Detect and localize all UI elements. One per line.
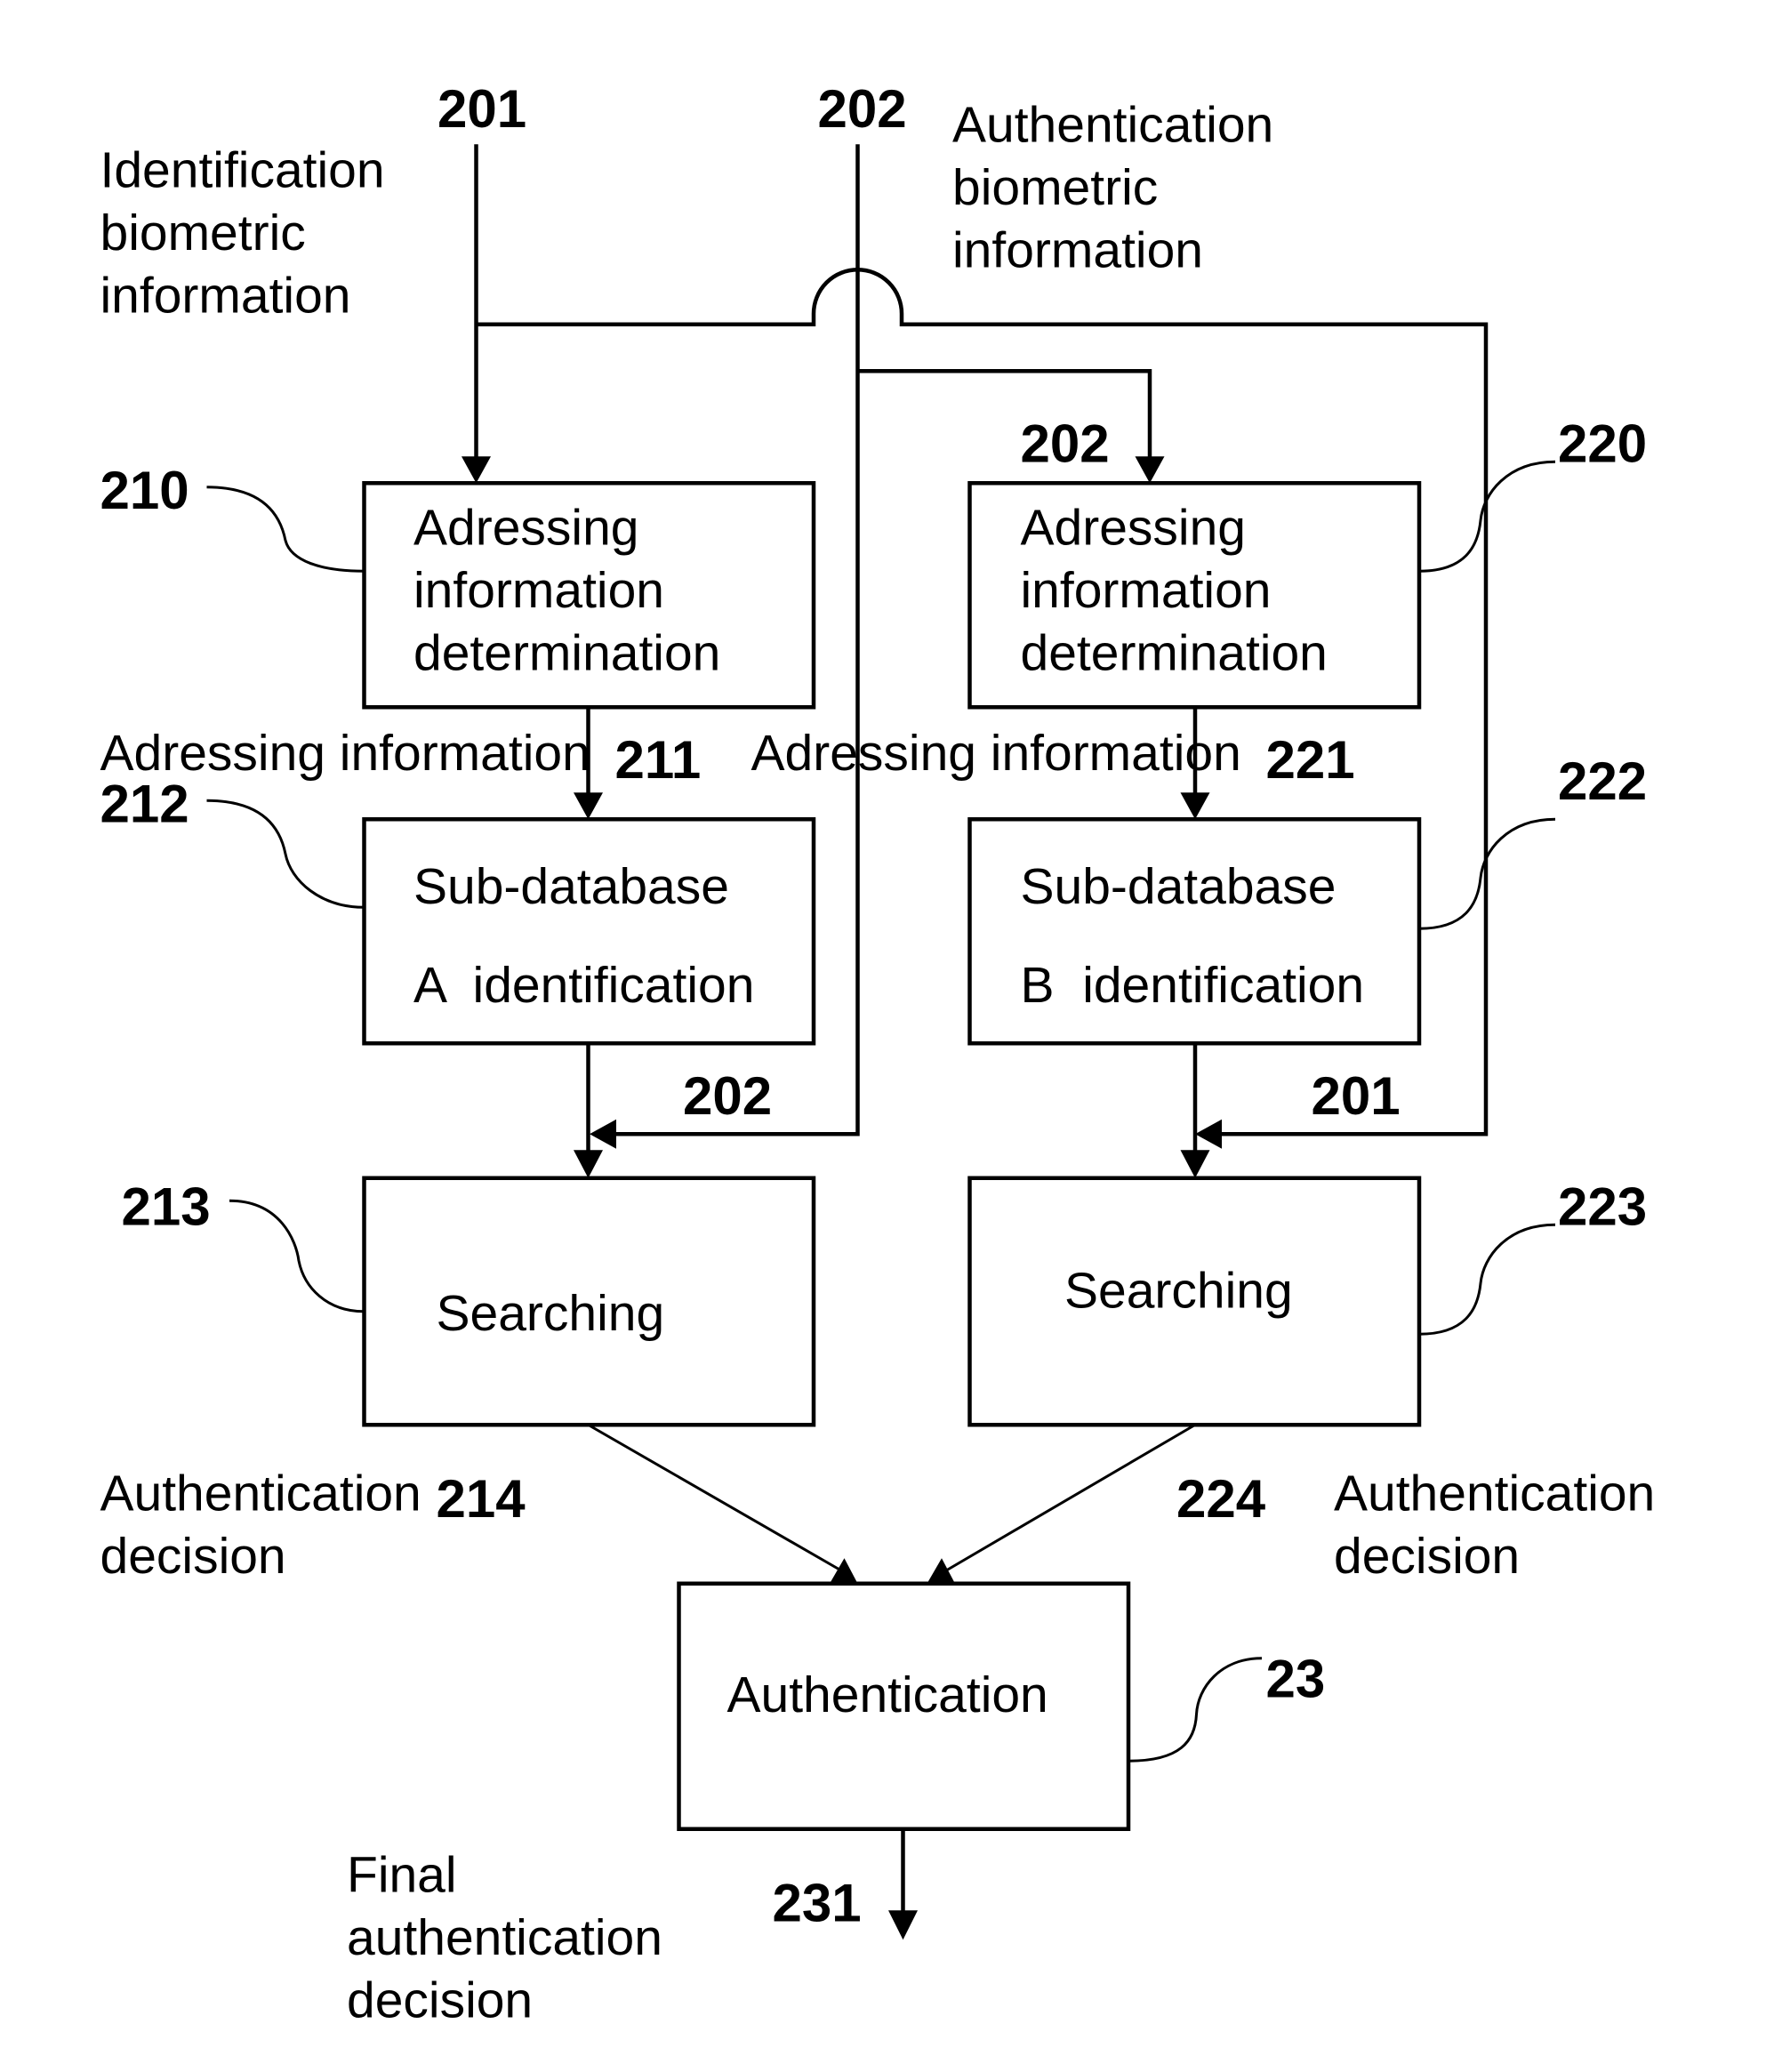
arrowhead bbox=[888, 1910, 918, 1940]
leader-23 bbox=[1128, 1657, 1263, 1763]
leader-213 bbox=[229, 1199, 365, 1313]
ref-214: 214 bbox=[437, 1469, 526, 1529]
ref-202-search-left: 202 bbox=[683, 1066, 772, 1126]
arrowhead bbox=[462, 456, 491, 484]
arrowhead bbox=[1180, 792, 1210, 820]
box-212-subdatabase-a: Sub-database A identification bbox=[362, 817, 816, 1046]
arrowhead bbox=[574, 792, 603, 820]
box-text: determination bbox=[1021, 624, 1328, 681]
ref-23: 23 bbox=[1266, 1649, 1326, 1708]
flow-diagram: 201 202 Identification biometric informa… bbox=[100, 79, 1656, 2029]
box-text: determination bbox=[413, 624, 720, 681]
box-text: information bbox=[1021, 562, 1272, 619]
arrowhead bbox=[830, 1558, 858, 1584]
box-text: A identification bbox=[413, 957, 754, 1014]
box-220-addressing-determination: Adressing information determination bbox=[967, 481, 1422, 710]
addressing-info-label-right: Adressing information bbox=[751, 725, 1241, 782]
ref-202-right-input: 202 bbox=[1021, 414, 1110, 473]
box-text: Sub-database bbox=[1021, 858, 1337, 915]
arrowhead bbox=[1195, 1119, 1222, 1149]
label-line: biometric bbox=[952, 159, 1158, 216]
label-line: decision bbox=[347, 1972, 533, 2028]
arrowhead bbox=[1180, 1150, 1210, 1178]
box-text: Sub-database bbox=[413, 858, 729, 915]
auth-decision-label-right: Authentication decision bbox=[1334, 1465, 1655, 1585]
identification-biometric-label: Identification biometric information bbox=[100, 141, 385, 324]
ref-213: 213 bbox=[122, 1177, 211, 1236]
ref-221: 221 bbox=[1266, 730, 1355, 790]
label-line: Authentication bbox=[100, 1465, 421, 1522]
box-text: information bbox=[413, 562, 664, 619]
ref-224: 224 bbox=[1176, 1469, 1266, 1529]
box-213-searching: Searching bbox=[362, 1176, 816, 1427]
box-223-searching: Searching bbox=[967, 1176, 1422, 1427]
ref-202: 202 bbox=[818, 79, 907, 139]
box-210-addressing-determination: Adressing information determination bbox=[362, 481, 816, 710]
box-text: B identification bbox=[1021, 957, 1365, 1014]
authentication-biometric-label: Authentication biometric information bbox=[952, 96, 1273, 278]
ref-222: 222 bbox=[1558, 751, 1647, 811]
ref-201: 201 bbox=[437, 79, 526, 139]
ref-223: 223 bbox=[1558, 1177, 1647, 1236]
box-222-subdatabase-b: Sub-database B identification bbox=[967, 817, 1422, 1046]
box-text: Adressing bbox=[1021, 499, 1246, 556]
ref-212: 212 bbox=[100, 774, 189, 833]
ref-210: 210 bbox=[100, 461, 189, 520]
arrowhead bbox=[927, 1558, 955, 1584]
label-line: information bbox=[100, 267, 351, 324]
final-decision-label: Final authentication decision bbox=[347, 1846, 662, 2028]
box-text: Searching bbox=[1064, 1262, 1293, 1319]
leader-223 bbox=[1418, 1223, 1556, 1336]
label-line: Final bbox=[347, 1846, 457, 1903]
label-line: decision bbox=[1334, 1528, 1520, 1585]
arrowhead bbox=[574, 1150, 603, 1178]
label-line: Identification bbox=[100, 141, 385, 198]
box-23-authentication: Authentication bbox=[677, 1581, 1131, 1831]
box-text: Adressing bbox=[413, 499, 638, 556]
label-line: Authentication bbox=[952, 96, 1273, 153]
ref-220: 220 bbox=[1558, 414, 1647, 473]
auth-decision-label-left: Authentication decision bbox=[100, 1465, 421, 1585]
box-text: Searching bbox=[437, 1285, 665, 1342]
ref-231: 231 bbox=[773, 1873, 862, 1932]
ref-201-search-right: 201 bbox=[1312, 1066, 1401, 1126]
box-text: Authentication bbox=[727, 1666, 1048, 1723]
line-223-to-23 bbox=[943, 1423, 1196, 1573]
label-line: biometric bbox=[100, 205, 306, 261]
leader-210 bbox=[206, 486, 365, 573]
leader-212 bbox=[206, 799, 365, 909]
label-line: decision bbox=[100, 1528, 286, 1585]
arrowhead bbox=[1135, 456, 1165, 484]
label-line: information bbox=[952, 221, 1203, 278]
label-line: authentication bbox=[347, 1909, 662, 1966]
arrowhead bbox=[590, 1119, 616, 1149]
label-line: Authentication bbox=[1334, 1465, 1655, 1522]
addressing-info-label-left: Adressing information bbox=[100, 725, 590, 782]
line-213-to-23 bbox=[587, 1423, 844, 1573]
ref-211: 211 bbox=[615, 730, 702, 790]
